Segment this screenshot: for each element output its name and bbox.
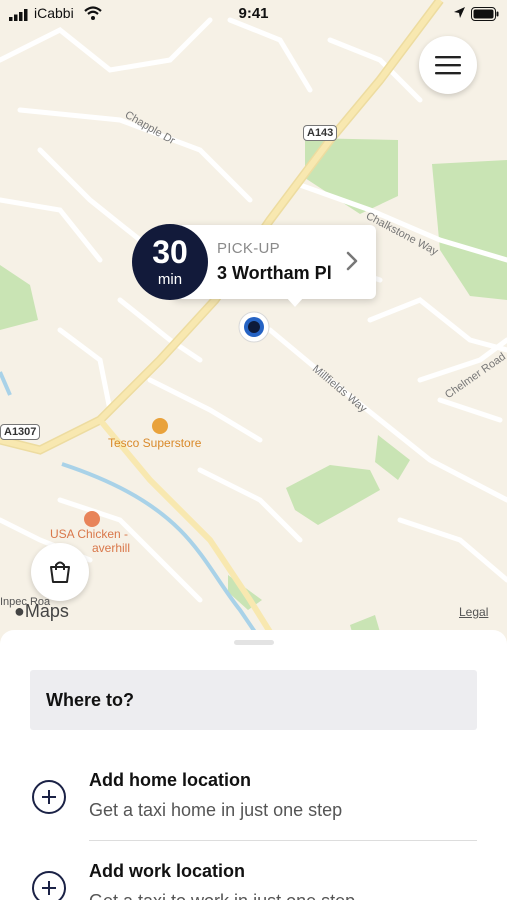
- eta-unit: min: [157, 271, 183, 288]
- apple-icon: ●: [14, 601, 25, 621]
- shop-icon: [152, 418, 168, 434]
- add-work-location-row[interactable]: Add work location Get a taxi to work in …: [30, 851, 477, 900]
- menu-button[interactable]: [419, 36, 477, 94]
- pickup-address: 3 Wortham Pl: [217, 263, 332, 283]
- food-icon: [84, 511, 100, 527]
- status-time: 9:41: [238, 5, 269, 22]
- road-badge-a143: A143: [303, 125, 338, 141]
- callout-tail: [286, 297, 304, 307]
- legal-link[interactable]: Legal: [459, 605, 488, 619]
- poi-tesco-label: Tesco Superstore: [108, 436, 202, 450]
- add-home-location-row[interactable]: Add home location Get a taxi home in jus…: [30, 760, 477, 840]
- poi-usa-chicken-label-1: USA Chicken -: [50, 527, 129, 541]
- plus-icon: [32, 780, 66, 814]
- road-badge-a1307: A1307: [0, 424, 41, 440]
- plus-icon: [32, 871, 66, 900]
- poi-usa-chicken-label-2: averhill: [92, 541, 131, 555]
- battery-icon: [471, 7, 499, 21]
- menu-icon: [435, 56, 461, 75]
- poi-tesco[interactable]: Tesco Superstore: [108, 418, 201, 450]
- basket-icon: [50, 561, 70, 583]
- sheet-grabber[interactable]: [234, 640, 274, 645]
- status-bar: iCabbi 9:41: [0, 0, 507, 28]
- add-work-title: Add work location: [89, 861, 246, 881]
- eta-badge: 30 min: [132, 224, 208, 300]
- pickup-label: PICK-UP: [217, 240, 280, 257]
- add-home-title: Add home location: [89, 770, 251, 790]
- eta-value: 30: [152, 234, 188, 270]
- bottom-sheet[interactable]: Where to? Add home location Get a taxi h…: [0, 630, 507, 900]
- destination-search-field[interactable]: Where to?: [30, 670, 477, 730]
- pickup-pin-icon[interactable]: [238, 311, 270, 343]
- destination-placeholder: Where to?: [46, 690, 134, 710]
- add-home-subtitle: Get a taxi home in just one step: [89, 800, 343, 820]
- row-divider: [89, 840, 477, 841]
- basket-button[interactable]: [31, 543, 89, 601]
- chevron-right-icon: [346, 251, 358, 271]
- add-work-subtitle: Get a taxi to work in just one step: [89, 891, 355, 900]
- apple-maps-logo: ●Maps: [14, 601, 69, 622]
- location-arrow-icon: [454, 7, 465, 18]
- maps-logo-text: Maps: [24, 601, 69, 621]
